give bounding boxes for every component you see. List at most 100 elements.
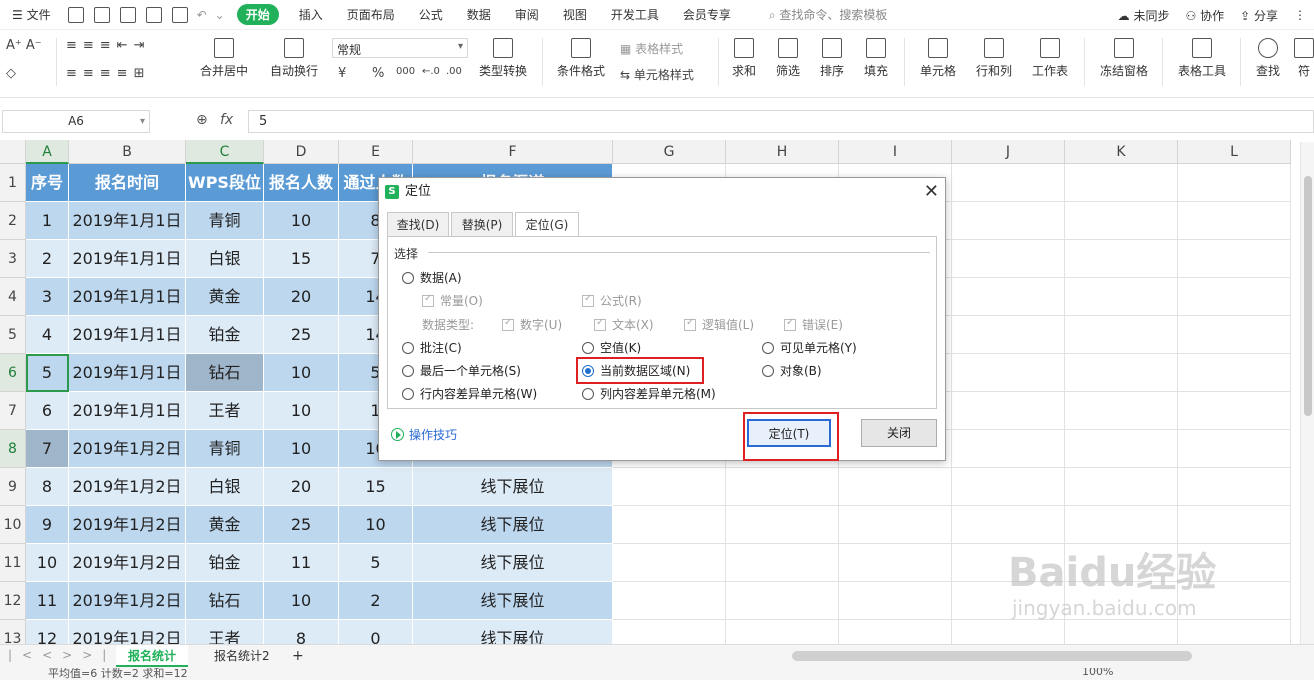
table-cell[interactable]: 2019年1月2日 (69, 620, 186, 644)
select-all-corner[interactable] (0, 140, 26, 164)
type-convert-button[interactable]: 类型转换 (472, 38, 534, 79)
option-text[interactable]: 文本(X) (594, 316, 654, 333)
table-cell[interactable]: 铂金 (186, 544, 264, 582)
header-cell[interactable]: 报名人数 (264, 164, 339, 202)
horizontal-scroll-thumb[interactable] (792, 651, 1192, 661)
sum-button[interactable]: 求和 (726, 38, 762, 79)
table-cell[interactable]: 11 (264, 544, 339, 582)
table-cell[interactable]: 2019年1月1日 (69, 354, 186, 392)
table-cell[interactable]: 15 (339, 468, 413, 506)
table-cell[interactable]: 5 (339, 544, 413, 582)
cells-button[interactable]: 单元格 (914, 38, 962, 79)
tab-replace[interactable]: 替换(P) (451, 212, 513, 237)
row-header-13[interactable]: 13 (0, 620, 26, 644)
empty-cell[interactable] (1065, 468, 1178, 506)
empty-cell[interactable] (952, 392, 1065, 430)
conditional-format-button[interactable]: 条件格式 (552, 38, 610, 79)
zoom-level[interactable]: 100% (1082, 668, 1113, 678)
check-number[interactable] (502, 317, 514, 331)
empty-cell[interactable] (1178, 202, 1291, 240)
check-error[interactable] (784, 317, 796, 331)
find-button[interactable]: 查找 (1250, 38, 1286, 79)
freeze-panes-button[interactable]: 冻结窗格 (1094, 38, 1154, 79)
sheet-tab-2[interactable]: 报名统计2 (202, 645, 282, 667)
empty-cell[interactable] (726, 506, 839, 544)
table-cell[interactable]: 2019年1月1日 (69, 278, 186, 316)
fill-button[interactable]: 填充 (858, 38, 894, 79)
table-cell[interactable]: 10 (264, 392, 339, 430)
table-cell[interactable]: 10 (264, 430, 339, 468)
empty-cell[interactable] (1065, 278, 1178, 316)
empty-cell[interactable] (1178, 430, 1291, 468)
radio-last-cell[interactable] (402, 365, 414, 377)
row-header-12[interactable]: 12 (0, 582, 26, 620)
column-header-L[interactable]: L (1178, 140, 1291, 164)
row-header-8[interactable]: 8 (0, 430, 26, 468)
menu-start[interactable]: 开始 (236, 4, 279, 25)
sheet-tab-active[interactable]: 报名统计 (116, 645, 189, 667)
empty-cell[interactable] (613, 582, 726, 620)
fx-icon[interactable]: fx (220, 112, 233, 128)
empty-cell[interactable] (1178, 354, 1291, 392)
sort-button[interactable]: 排序 (814, 38, 850, 79)
row-header-9[interactable]: 9 (0, 468, 26, 506)
decrease-decimal-icon[interactable]: .00 (446, 66, 462, 77)
formula-input[interactable]: 5 (248, 110, 1314, 133)
empty-cell[interactable] (952, 430, 1065, 468)
row-header-7[interactable]: 7 (0, 392, 26, 430)
empty-cell[interactable] (1178, 240, 1291, 278)
empty-cell[interactable] (726, 582, 839, 620)
check-logical[interactable] (684, 317, 696, 331)
check-text[interactable] (594, 317, 606, 331)
command-search[interactable]: ⌕ 查找命令、搜索模板 (757, 6, 900, 23)
table-cell[interactable]: 白银 (186, 240, 264, 278)
table-style-button[interactable]: ▦ 表格样式 (620, 40, 683, 57)
align-left-group-icon[interactable]: ≡≡≡≡⊞ (66, 66, 150, 81)
option-blank[interactable]: 空值(K) (582, 339, 641, 356)
add-sheet-button[interactable]: + (280, 645, 316, 667)
rows-cols-button[interactable]: 行和列 (970, 38, 1018, 79)
option-data[interactable]: 数据(A) (402, 269, 462, 286)
table-cell[interactable]: 2019年1月2日 (69, 582, 186, 620)
table-cell[interactable]: 10 (339, 506, 413, 544)
column-header-H[interactable]: H (726, 140, 839, 164)
empty-cell[interactable] (952, 506, 1065, 544)
menu-view[interactable]: 视图 (551, 6, 599, 23)
table-cell[interactable]: 2019年1月2日 (69, 468, 186, 506)
table-cell[interactable]: 线下展位 (413, 468, 613, 506)
table-cell[interactable]: 青铜 (186, 430, 264, 468)
open-icon[interactable] (67, 6, 84, 23)
empty-cell[interactable] (1065, 164, 1178, 202)
empty-cell[interactable] (1065, 316, 1178, 354)
empty-cell[interactable] (952, 202, 1065, 240)
option-comment[interactable]: 批注(C) (402, 339, 462, 356)
table-cell[interactable]: 4 (26, 316, 69, 354)
menu-file[interactable]: ☰ 文件 (0, 6, 63, 23)
tab-find[interactable]: 查找(D) (387, 212, 449, 237)
row-header-2[interactable]: 2 (0, 202, 26, 240)
close-button[interactable]: 关闭 (861, 419, 937, 447)
option-error[interactable]: 错误(E) (784, 316, 843, 333)
table-cell[interactable]: 12 (26, 620, 69, 644)
table-cell[interactable]: 10 (26, 544, 69, 582)
table-cell[interactable]: 6 (26, 392, 69, 430)
option-visible[interactable]: 可见单元格(Y) (762, 339, 857, 356)
empty-cell[interactable] (1178, 164, 1291, 202)
currency-icon[interactable]: ¥ (338, 66, 346, 81)
option-col-diff[interactable]: 列内容差异单元格(M) (582, 385, 716, 402)
check-constant[interactable] (422, 293, 434, 307)
table-cell[interactable]: 8 (264, 620, 339, 644)
menu-member[interactable]: 会员专享 (671, 6, 743, 23)
table-cell[interactable]: 黄金 (186, 278, 264, 316)
empty-cell[interactable] (839, 506, 952, 544)
table-cell[interactable]: 20 (264, 278, 339, 316)
header-cell[interactable]: WPS段位 (186, 164, 264, 202)
table-cell[interactable]: 5 (26, 354, 69, 392)
more-chevron-icon[interactable]: ⌄ (211, 8, 229, 22)
table-cell[interactable]: 白银 (186, 468, 264, 506)
empty-cell[interactable] (1178, 392, 1291, 430)
table-cell[interactable]: 10 (264, 354, 339, 392)
table-cell[interactable]: 7 (26, 430, 69, 468)
table-cell[interactable]: 20 (264, 468, 339, 506)
empty-cell[interactable] (1178, 468, 1291, 506)
